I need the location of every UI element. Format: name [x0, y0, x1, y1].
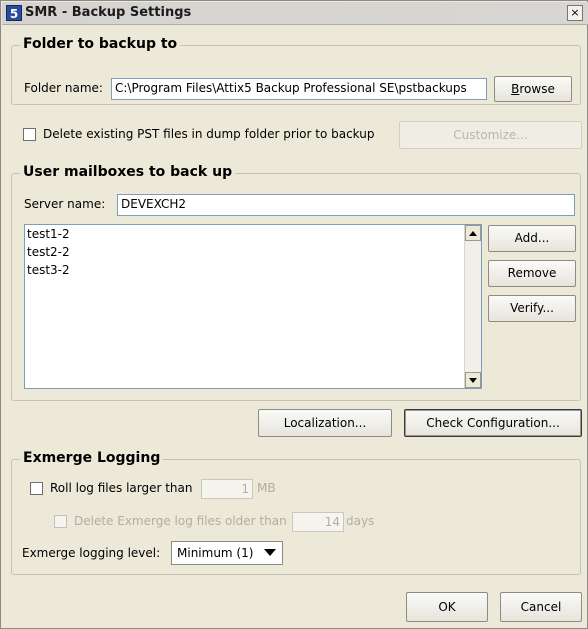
mailbox-list[interactable]: test1-2 test2-2 test3-2 — [24, 224, 482, 389]
browse-button[interactable]: Browse — [494, 76, 572, 102]
mailboxes-group-title: User mailboxes to back up — [20, 164, 236, 180]
logging-level-label: Exmerge logging level: — [22, 546, 161, 560]
window-title: SMR - Backup Settings — [25, 5, 192, 20]
chevron-down-icon — [264, 549, 276, 556]
roll-log-checkbox[interactable] — [30, 482, 43, 495]
close-button[interactable]: × — [567, 5, 583, 21]
logging-level-value: Minimum (1) — [177, 546, 254, 560]
add-button[interactable]: Add... — [488, 225, 576, 252]
mailbox-list-item[interactable]: test3-2 — [25, 261, 481, 279]
logging-group: Exmerge Logging Roll log files larger th… — [11, 450, 581, 575]
scroll-down-button[interactable] — [465, 372, 481, 388]
folder-name-field[interactable]: C:\Program Files\Attix5 Backup Professio… — [111, 78, 487, 100]
folder-group-title: Folder to backup to — [20, 36, 181, 52]
cancel-button[interactable]: Cancel — [500, 592, 582, 622]
delete-pst-checkbox[interactable] — [23, 128, 36, 141]
logging-level-select[interactable]: Minimum (1) — [171, 541, 283, 565]
scroll-down-icon — [469, 378, 477, 383]
remove-button[interactable]: Remove — [488, 260, 576, 287]
list-scrollbar[interactable] — [464, 225, 481, 388]
app-icon: 5 — [6, 5, 22, 21]
folder-group: Folder to backup to Folder name: C:\Prog… — [11, 36, 581, 105]
folder-name-label: Folder name: — [24, 81, 103, 95]
roll-log-unit: MB — [257, 481, 276, 495]
customize-button[interactable]: Customize... — [399, 121, 582, 149]
delete-logs-label: Delete Exmerge log files older than — [74, 514, 287, 528]
roll-log-label: Roll log files larger than — [50, 481, 193, 495]
browse-label: rowse — [519, 82, 555, 96]
delete-logs-days-field[interactable]: 14 — [292, 512, 344, 532]
mailboxes-group: User mailboxes to back up Server name: D… — [11, 164, 581, 401]
mailbox-items: test1-2 test2-2 test3-2 — [25, 225, 481, 279]
verify-button[interactable]: Verify... — [488, 295, 576, 322]
delete-logs-unit: days — [346, 514, 375, 528]
scroll-up-icon — [469, 231, 477, 236]
delete-logs-checkbox[interactable] — [54, 515, 67, 528]
localization-button[interactable]: Localization... — [258, 409, 392, 437]
roll-log-size-field[interactable]: 1 — [201, 479, 253, 499]
mailbox-list-item[interactable]: test2-2 — [25, 243, 481, 261]
logging-group-title: Exmerge Logging — [20, 450, 164, 466]
ok-button[interactable]: OK — [406, 592, 488, 622]
delete-pst-label: Delete existing PST files in dump folder… — [43, 127, 375, 141]
check-configuration-button[interactable]: Check Configuration... — [404, 409, 582, 437]
mailbox-list-item[interactable]: test1-2 — [25, 225, 481, 243]
title-bar[interactable]: 5 SMR - Backup Settings × — [2, 2, 588, 25]
backup-settings-window: 5 SMR - Backup Settings × Folder to back… — [0, 0, 588, 629]
server-name-field[interactable]: DEVEXCH2 — [117, 194, 575, 216]
server-name-label: Server name: — [24, 197, 106, 211]
scroll-up-button[interactable] — [465, 225, 481, 241]
